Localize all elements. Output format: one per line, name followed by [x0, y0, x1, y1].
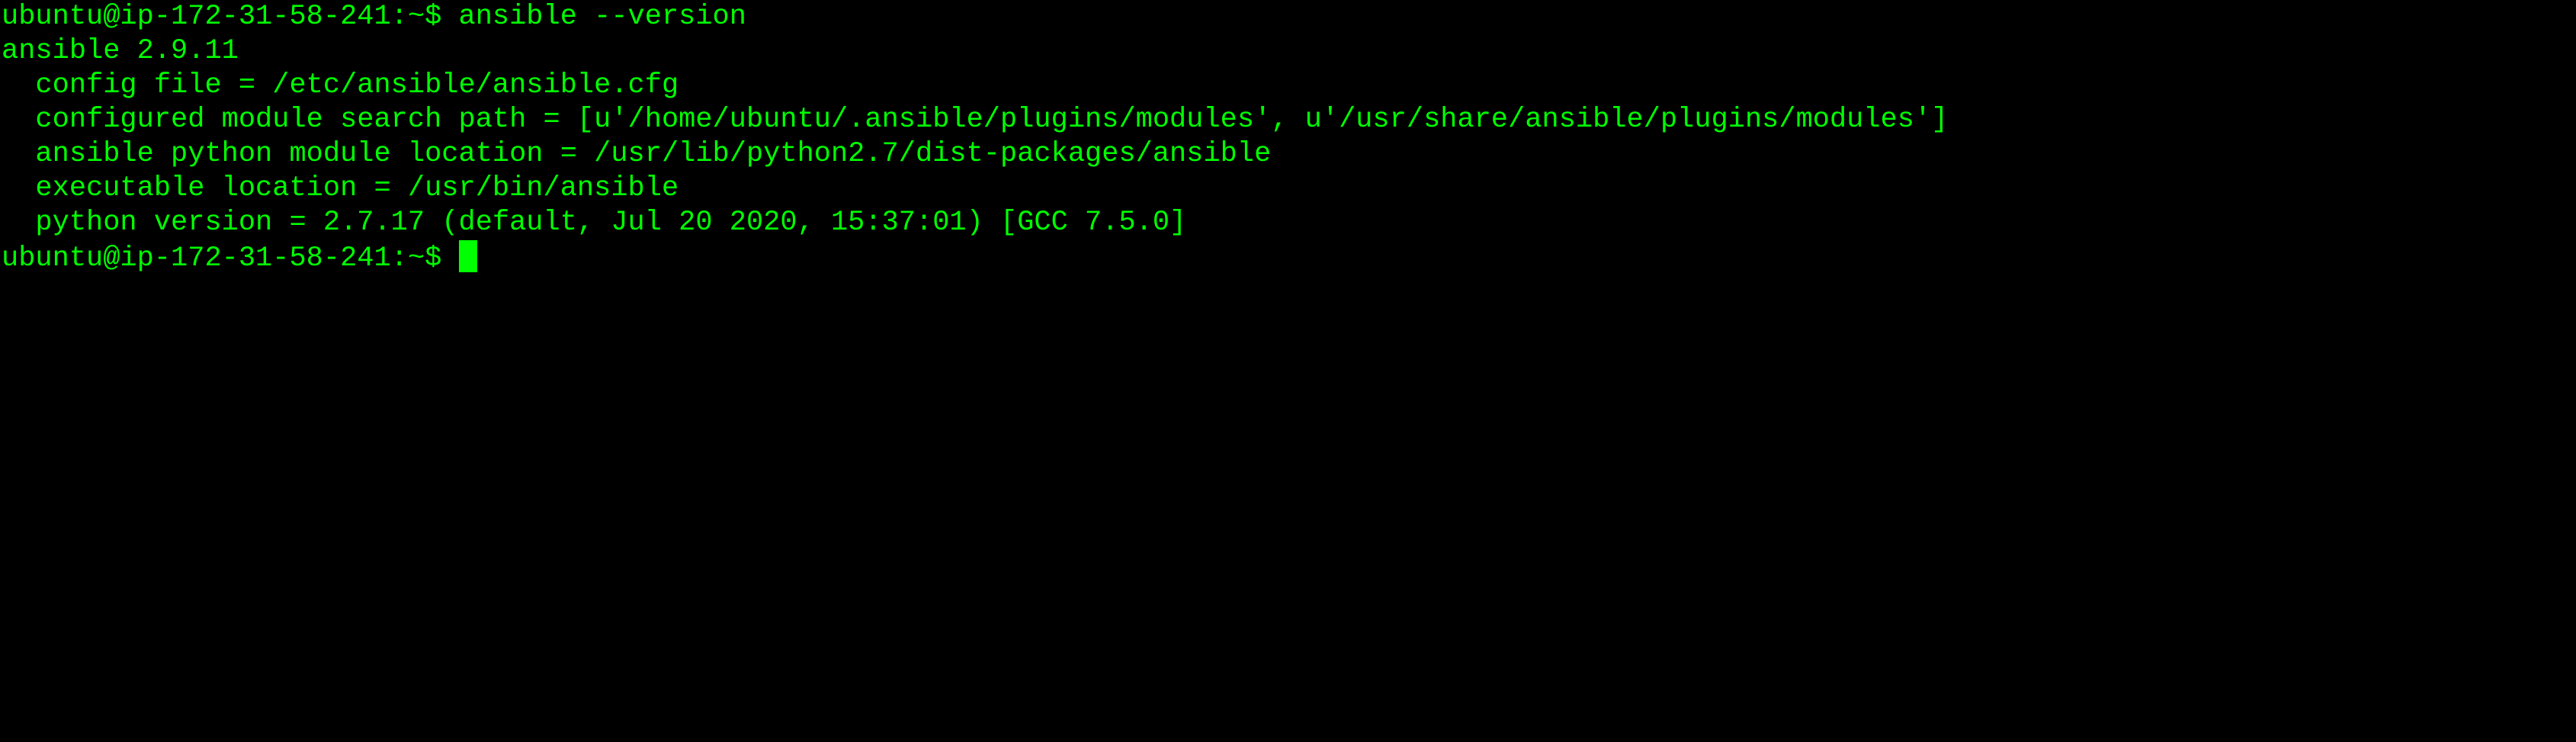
- prompt-text: ubuntu@ip-172-31-58-241:~$: [2, 243, 459, 275]
- output-line-ansible-version: ansible 2.9.11: [2, 35, 239, 67]
- output-line-python-version: python version = 2.7.17 (default, Jul 20…: [2, 207, 1187, 239]
- command-line: ubuntu@ip-172-31-58-241:~$ ansible --ver…: [2, 1, 746, 33]
- output-line-config-file: config file = /etc/ansible/ansible.cfg: [2, 69, 679, 101]
- output-line-module-search-path: configured module search path = [u'/home…: [2, 104, 1949, 136]
- terminal-window[interactable]: ubuntu@ip-172-31-58-241:~$ ansible --ver…: [0, 0, 2576, 742]
- text-cursor[interactable]: [458, 240, 477, 272]
- output-line-executable-location: executable location = /usr/bin/ansible: [2, 172, 679, 204]
- output-line-python-module-location: ansible python module location = /usr/li…: [2, 138, 1272, 170]
- prompt-line[interactable]: ubuntu@ip-172-31-58-241:~$: [2, 240, 2576, 275]
